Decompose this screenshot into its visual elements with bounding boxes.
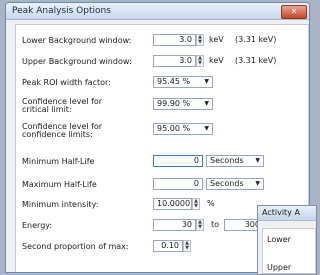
lower-bg-unit: keV <box>209 35 224 44</box>
spin-down-icon[interactable]: ▼ <box>184 246 190 251</box>
chevron-down-icon[interactable]: ▼ <box>204 124 209 134</box>
max-half-life-input[interactable]: 0 <box>153 178 203 190</box>
conf-limits-label-2: confidence limits: <box>22 130 93 139</box>
lower-bg-extra: (3.31 keV) <box>235 35 277 44</box>
max-half-life-unit-select[interactable]: Seconds ▼ <box>206 178 264 190</box>
upper-bg-extra: (3.31 keV) <box>235 56 277 65</box>
activity-upper-label: Upper <box>267 263 292 272</box>
peak-roi-select[interactable]: 95.45 % ▼ <box>153 76 213 88</box>
activity-lower-label: Lower <box>267 235 291 244</box>
spin-down-icon[interactable]: ▼ <box>197 40 203 45</box>
lower-bg-label: Lower Background window: <box>22 36 132 45</box>
min-intensity-input[interactable]: 10.0000 <box>153 198 192 210</box>
chevron-down-icon[interactable]: ▼ <box>255 179 260 189</box>
energy-to-label: to <box>211 220 220 229</box>
upper-bg-unit: keV <box>209 56 224 65</box>
conf-critical-select[interactable]: 99.90 % ▼ <box>153 98 213 110</box>
close-icon: ✕ <box>290 7 298 16</box>
min-intensity-label: Minimum intensity: <box>22 200 99 209</box>
spin-down-icon[interactable]: ▼ <box>197 61 203 66</box>
lower-bg-spinner[interactable]: ▲ ▼ <box>196 34 204 46</box>
upper-bg-spinner[interactable]: ▲ ▼ <box>196 55 204 67</box>
min-half-life-label: Minimum Half-Life <box>22 157 95 166</box>
conf-limits-select[interactable]: 95.00 % ▼ <box>153 123 213 135</box>
activity-window-title[interactable]: Activity A <box>258 206 316 221</box>
upper-bg-label: Upper Background window: <box>22 57 132 66</box>
min-intensity-unit: % <box>207 199 215 208</box>
activity-window[interactable]: Activity A Lower Upper <box>257 205 317 275</box>
second-prop-label: Second proportion of max: <box>22 242 129 251</box>
upper-bg-input[interactable]: 3.0 <box>153 55 196 67</box>
conf-limits-value: 95.00 % <box>157 124 191 133</box>
title-bar[interactable]: Peak Analysis Options ✕ <box>6 3 309 20</box>
conf-critical-label-2: critical limit: <box>22 105 72 114</box>
chevron-down-icon[interactable]: ▼ <box>255 156 260 166</box>
second-prop-spinner[interactable]: ▲ ▼ <box>183 240 191 252</box>
energy-label: Energy: <box>22 221 53 230</box>
min-half-life-unit-select[interactable]: Seconds ▼ <box>206 155 264 167</box>
conf-critical-value: 99.90 % <box>157 99 191 108</box>
min-half-life-unit: Seconds <box>210 156 244 165</box>
chevron-down-icon[interactable]: ▼ <box>204 77 209 87</box>
peak-roi-value: 95.45 % <box>157 77 191 86</box>
activity-window-panel: Lower Upper <box>262 228 316 274</box>
dialog-title: Peak Analysis Options <box>12 6 111 16</box>
max-half-life-label: Maximum Half-Life <box>22 180 97 189</box>
close-button[interactable]: ✕ <box>281 5 307 19</box>
chevron-down-icon[interactable]: ▼ <box>204 99 209 109</box>
min-intensity-spinner[interactable]: ▲ ▼ <box>192 198 200 210</box>
spin-down-icon[interactable]: ▼ <box>197 225 203 230</box>
energy-from-spinner[interactable]: ▲ ▼ <box>196 219 204 231</box>
min-half-life-input[interactable]: 0 <box>153 155 203 167</box>
energy-from-input[interactable]: 30 <box>153 219 196 231</box>
second-prop-input[interactable]: 0.10 <box>153 240 183 252</box>
lower-bg-input[interactable]: 3.0 <box>153 34 196 46</box>
spin-down-icon[interactable]: ▼ <box>193 204 199 209</box>
peak-roi-label: Peak ROI width factor: <box>22 78 111 87</box>
max-half-life-unit: Seconds <box>210 179 244 188</box>
